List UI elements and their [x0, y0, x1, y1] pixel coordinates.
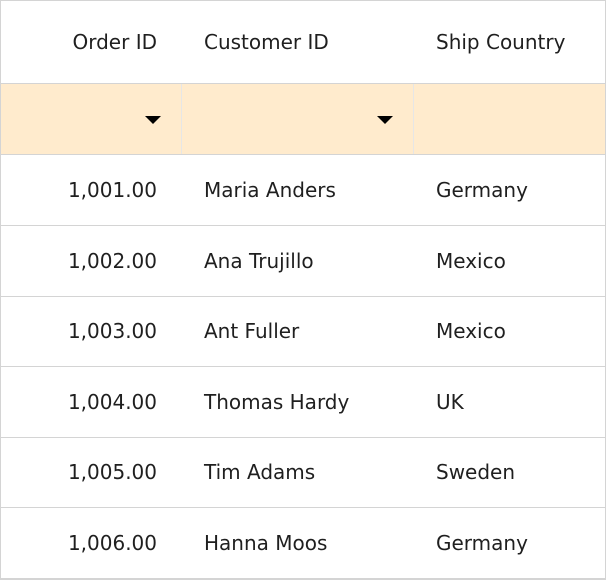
- cell-order-id[interactable]: 1,005.00: [1, 437, 181, 507]
- cell-ship-country[interactable]: UK: [413, 367, 605, 437]
- cell-ship-country[interactable]: Germany: [413, 155, 605, 225]
- table-row[interactable]: 1,006.00 Hanna Moos Germany: [1, 508, 605, 579]
- dropdown-arrow-icon[interactable]: [377, 116, 393, 124]
- cell-customer-id-value: Thomas Hardy: [204, 389, 350, 414]
- cell-customer-id-value: Ana Trujillo: [204, 248, 314, 273]
- cell-ship-country-value: UK: [436, 389, 464, 414]
- cell-ship-country[interactable]: Germany: [413, 508, 605, 578]
- cell-order-id-value: 1,003.00: [67, 319, 157, 343]
- column-header-order-id[interactable]: Order ID: [1, 1, 181, 83]
- cell-order-id[interactable]: 1,003.00: [1, 296, 181, 366]
- cell-order-id-value: 1,006.00: [67, 530, 157, 555]
- cell-ship-country-value: Mexico: [436, 319, 506, 343]
- filter-cell-order-id[interactable]: [1, 84, 181, 154]
- cell-ship-country-value: Germany: [436, 530, 528, 555]
- cell-order-id[interactable]: 1,004.00: [1, 367, 181, 437]
- cell-order-id-value: 1,004.00: [67, 389, 157, 414]
- cell-ship-country-value: Mexico: [436, 248, 506, 273]
- cell-order-id-value: 1,005.00: [67, 460, 157, 484]
- cell-customer-id-value: Hanna Moos: [204, 530, 328, 555]
- column-header-ship-country[interactable]: Ship Country: [413, 1, 605, 83]
- column-header-customer-id[interactable]: Customer ID: [181, 1, 413, 83]
- cell-order-id[interactable]: 1,001.00: [1, 155, 181, 225]
- cell-customer-id[interactable]: Tim Adams: [181, 437, 413, 507]
- column-header-customer-id-label: Customer ID: [204, 30, 329, 54]
- dropdown-arrow-icon[interactable]: [145, 116, 161, 124]
- cell-customer-id-value: Ant Fuller: [204, 319, 300, 343]
- cell-ship-country[interactable]: Mexico: [413, 296, 605, 366]
- cell-ship-country-value: Sweden: [436, 460, 516, 484]
- cell-order-id-value: 1,002.00: [67, 248, 157, 273]
- filter-cell-ship-country[interactable]: [413, 84, 605, 154]
- cell-customer-id-value: Tim Adams: [204, 460, 316, 484]
- header-row: Order ID Customer ID Ship Country: [1, 1, 605, 84]
- cell-customer-id[interactable]: Maria Anders: [181, 155, 413, 225]
- cell-customer-id[interactable]: Hanna Moos: [181, 508, 413, 578]
- cell-customer-id[interactable]: Ana Trujillo: [181, 226, 413, 296]
- filter-row: [1, 84, 605, 155]
- table-row[interactable]: 1,005.00 Tim Adams Sweden: [1, 437, 605, 508]
- table-row[interactable]: 1,004.00 Thomas Hardy UK: [1, 367, 605, 438]
- table-row[interactable]: 1,001.00 Maria Anders Germany: [1, 155, 605, 226]
- cell-ship-country[interactable]: Sweden: [413, 437, 605, 507]
- table-row[interactable]: 1,002.00 Ana Trujillo Mexico: [1, 226, 605, 297]
- data-grid: Order ID Customer ID Ship Country 1,001.…: [0, 0, 606, 580]
- table-row[interactable]: 1,003.00 Ant Fuller Mexico: [1, 296, 605, 367]
- column-header-order-id-label: Order ID: [72, 30, 158, 54]
- cell-ship-country-value: Germany: [436, 178, 528, 202]
- cell-customer-id[interactable]: Ant Fuller: [181, 296, 413, 366]
- cell-order-id[interactable]: 1,006.00: [1, 508, 181, 578]
- column-header-ship-country-label: Ship Country: [436, 30, 566, 54]
- cell-order-id-value: 1,001.00: [67, 178, 157, 202]
- cell-order-id[interactable]: 1,002.00: [1, 226, 181, 296]
- cell-ship-country[interactable]: Mexico: [413, 226, 605, 296]
- cell-customer-id-value: Maria Anders: [204, 178, 336, 202]
- filter-cell-customer-id[interactable]: [181, 84, 413, 154]
- cell-customer-id[interactable]: Thomas Hardy: [181, 367, 413, 437]
